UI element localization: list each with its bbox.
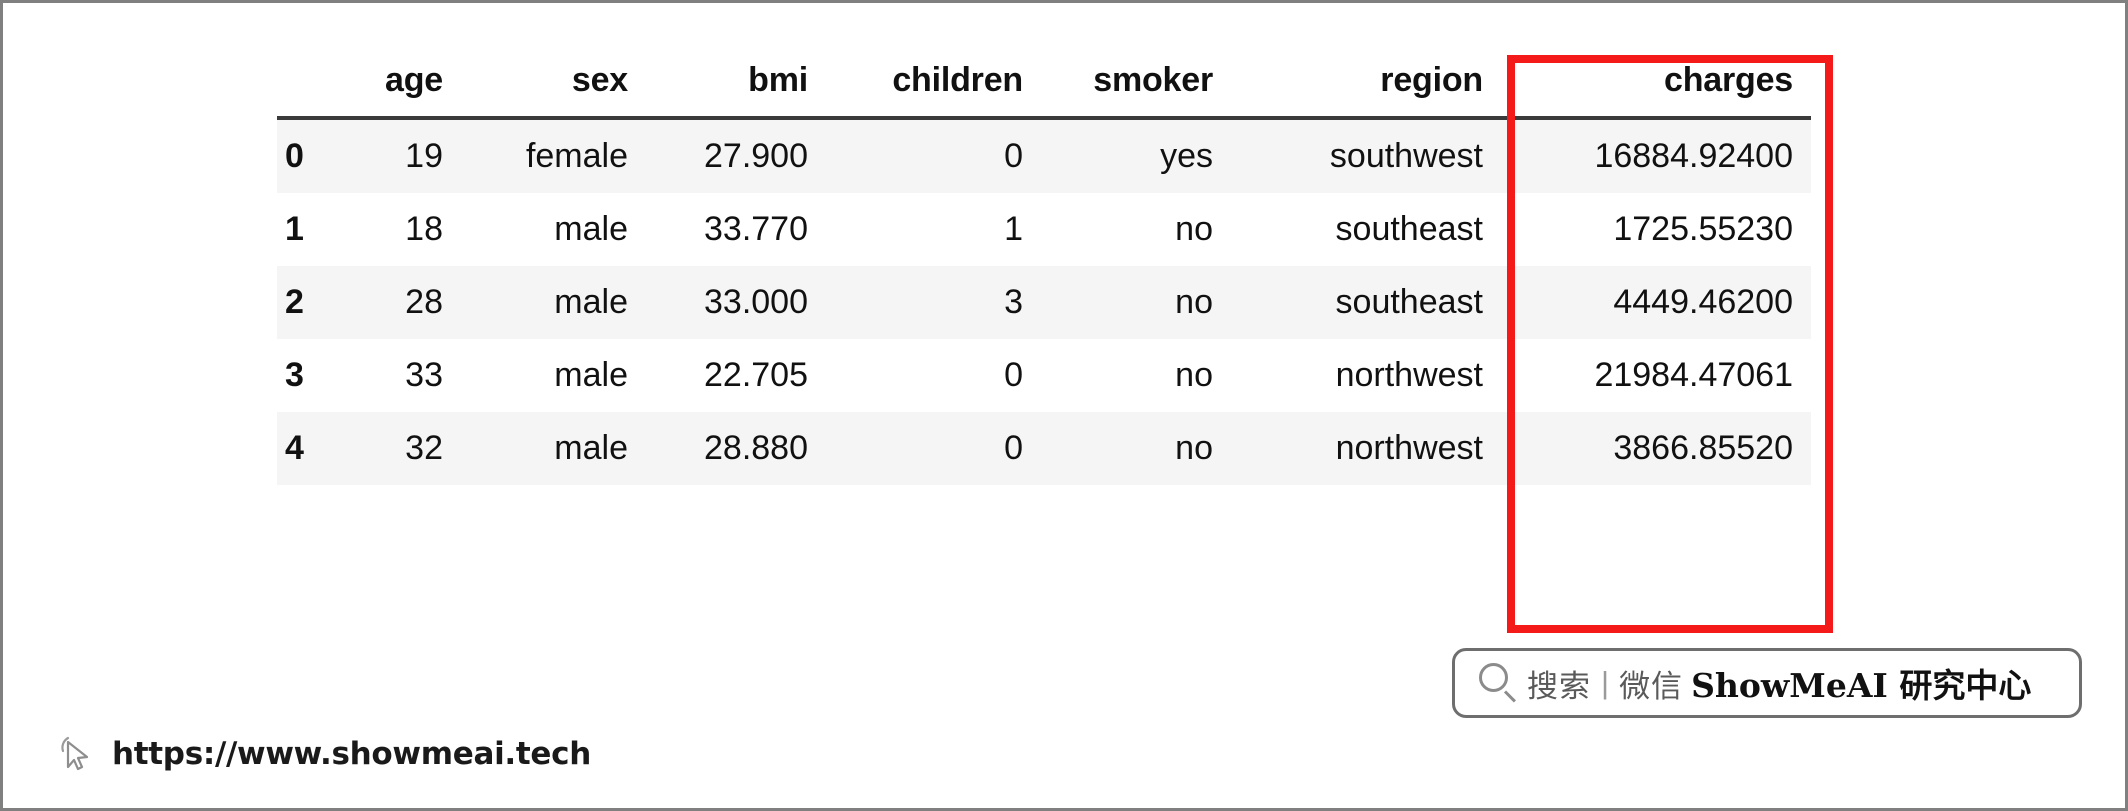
- cell-smoker: yes: [1041, 118, 1231, 193]
- table-row: 3 33 male 22.705 0 no northwest 21984.47…: [277, 339, 1811, 412]
- cell-region: northwest: [1231, 412, 1501, 485]
- watermark-brand: ShowMeAI 研究中心: [1691, 666, 2032, 705]
- cell-age: 19: [349, 118, 461, 193]
- cell-region: southwest: [1231, 118, 1501, 193]
- search-icon: [1477, 662, 1519, 704]
- cell-bmi: 28.880: [646, 412, 826, 485]
- row-index: 2: [277, 266, 349, 339]
- cell-region: southeast: [1231, 266, 1501, 339]
- cell-smoker: no: [1041, 193, 1231, 266]
- cell-children: 3: [826, 266, 1041, 339]
- cell-children: 0: [826, 339, 1041, 412]
- table-row: 1 18 male 33.770 1 no southeast 1725.552…: [277, 193, 1811, 266]
- table-row: 0 19 female 27.900 0 yes southwest 16884…: [277, 118, 1811, 193]
- column-header-region: region: [1231, 51, 1501, 120]
- cell-sex: male: [461, 412, 646, 485]
- footer-url-row: https://www.showmeai.tech: [58, 734, 591, 774]
- column-header-children: children: [826, 51, 1041, 120]
- cursor-pointer-icon: [61, 736, 89, 771]
- table-row: 4 32 male 28.880 0 no northwest 3866.855…: [277, 412, 1811, 485]
- cell-smoker: no: [1041, 412, 1231, 485]
- row-index: 1: [277, 193, 349, 266]
- column-header-age: age: [349, 51, 461, 120]
- row-index: 4: [277, 412, 349, 485]
- dataframe-table: age sex bmi children smoker region charg…: [277, 51, 1811, 485]
- column-header-smoker: smoker: [1041, 51, 1231, 120]
- cell-bmi: 33.000: [646, 266, 826, 339]
- cell-smoker: no: [1041, 339, 1231, 412]
- row-index: 0: [277, 118, 349, 193]
- cell-bmi: 27.900: [646, 118, 826, 193]
- footer-url-text: https://www.showmeai.tech: [112, 736, 591, 772]
- watermark-search-label: 搜索: [1527, 668, 1591, 705]
- column-header-sex: sex: [461, 51, 646, 120]
- column-header-index: [277, 51, 349, 120]
- cell-children: 1: [826, 193, 1041, 266]
- cell-sex: male: [461, 266, 646, 339]
- cell-sex: male: [461, 339, 646, 412]
- cell-charges: 1725.55230: [1501, 193, 1811, 266]
- cell-bmi: 33.770: [646, 193, 826, 266]
- cell-children: 0: [826, 412, 1041, 485]
- table-body: 0 19 female 27.900 0 yes southwest 16884…: [277, 118, 1811, 485]
- cell-charges: 21984.47061: [1501, 339, 1811, 412]
- cell-charges: 3866.85520: [1501, 412, 1811, 485]
- cell-smoker: no: [1041, 266, 1231, 339]
- cell-sex: male: [461, 193, 646, 266]
- table-header: age sex bmi children smoker region charg…: [277, 51, 1811, 120]
- cell-region: northwest: [1231, 339, 1501, 412]
- watermark-search-pill: 搜索 | 微信 ShowMeAI 研究中心: [1452, 648, 2082, 718]
- column-header-bmi: bmi: [646, 51, 826, 120]
- screenshot-root: age sex bmi children smoker region charg…: [0, 0, 2128, 811]
- cell-region: southeast: [1231, 193, 1501, 266]
- cell-age: 32: [349, 412, 461, 485]
- dataframe-output: age sex bmi children smoker region charg…: [277, 51, 1811, 485]
- table-row: 2 28 male 33.000 3 no southeast 4449.462…: [277, 266, 1811, 339]
- watermark-channel-label: 微信: [1619, 668, 1684, 705]
- column-header-charges: charges: [1501, 51, 1811, 120]
- cell-age: 33: [349, 339, 461, 412]
- cell-bmi: 22.705: [646, 339, 826, 412]
- cell-age: 28: [349, 266, 461, 339]
- cell-charges: 4449.46200: [1501, 266, 1811, 339]
- cell-sex: female: [461, 118, 646, 193]
- row-index: 3: [277, 339, 349, 412]
- cell-charges: 16884.92400: [1501, 118, 1811, 193]
- watermark-separator: |: [1601, 665, 1610, 700]
- cell-children: 0: [826, 118, 1041, 193]
- cell-age: 18: [349, 193, 461, 266]
